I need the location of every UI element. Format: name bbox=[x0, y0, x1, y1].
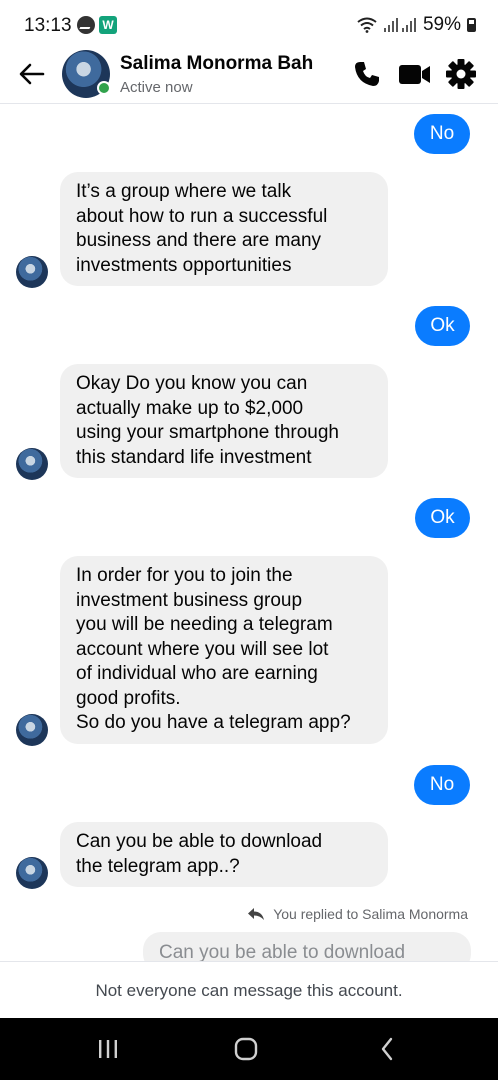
system-nav-bar bbox=[0, 1018, 498, 1080]
back-arrow-icon[interactable] bbox=[16, 58, 48, 90]
battery-percent: 59% bbox=[422, 14, 461, 35]
outgoing-message[interactable]: Ok bbox=[415, 498, 470, 538]
app-w-icon: W bbox=[99, 16, 117, 34]
video-icon[interactable] bbox=[398, 58, 432, 90]
message-list[interactable]: No It’s a group where we talk about how … bbox=[0, 104, 498, 961]
outgoing-message[interactable]: No bbox=[414, 114, 470, 154]
signal-icon bbox=[383, 18, 416, 32]
sender-avatar bbox=[16, 256, 48, 288]
contact-name[interactable]: Salima Monorma Bah bbox=[120, 53, 313, 75]
conversation-header: Salima Monorma Bah Active now bbox=[0, 48, 498, 104]
recent-apps-icon[interactable] bbox=[95, 1036, 121, 1062]
gear-icon[interactable] bbox=[444, 58, 478, 90]
home-icon[interactable] bbox=[233, 1036, 259, 1062]
status-bar: 13:13 W 59% bbox=[0, 0, 498, 48]
contact-status: Active now bbox=[120, 79, 193, 96]
outgoing-message[interactable]: Ok bbox=[415, 306, 470, 346]
sender-avatar bbox=[16, 714, 48, 746]
status-time: 13:13 bbox=[24, 15, 72, 36]
sender-avatar bbox=[16, 448, 48, 480]
messaging-restriction-notice: Not everyone can message this account. bbox=[0, 961, 498, 1018]
phone-icon[interactable] bbox=[350, 58, 384, 90]
reply-icon bbox=[248, 908, 265, 920]
reply-note-text: You replied to Salima Monorma bbox=[273, 906, 468, 922]
battery-icon bbox=[467, 18, 476, 32]
reply-indicator: You replied to Salima Monorma bbox=[247, 906, 468, 922]
back-icon[interactable] bbox=[375, 1036, 401, 1062]
messenger-icon bbox=[77, 16, 95, 34]
sender-avatar bbox=[16, 857, 48, 889]
incoming-message[interactable]: In order for you to join the investment … bbox=[60, 556, 388, 744]
replied-message-preview[interactable]: Can you be able to download bbox=[143, 932, 471, 961]
wifi-icon bbox=[357, 17, 377, 33]
outgoing-message[interactable]: No bbox=[414, 765, 470, 805]
incoming-message[interactable]: It’s a group where we talk about how to … bbox=[60, 172, 388, 286]
incoming-message[interactable]: Can you be able to download the telegram… bbox=[60, 822, 388, 887]
online-indicator bbox=[97, 81, 111, 95]
incoming-message[interactable]: Okay Do you know you can actually make u… bbox=[60, 364, 388, 478]
